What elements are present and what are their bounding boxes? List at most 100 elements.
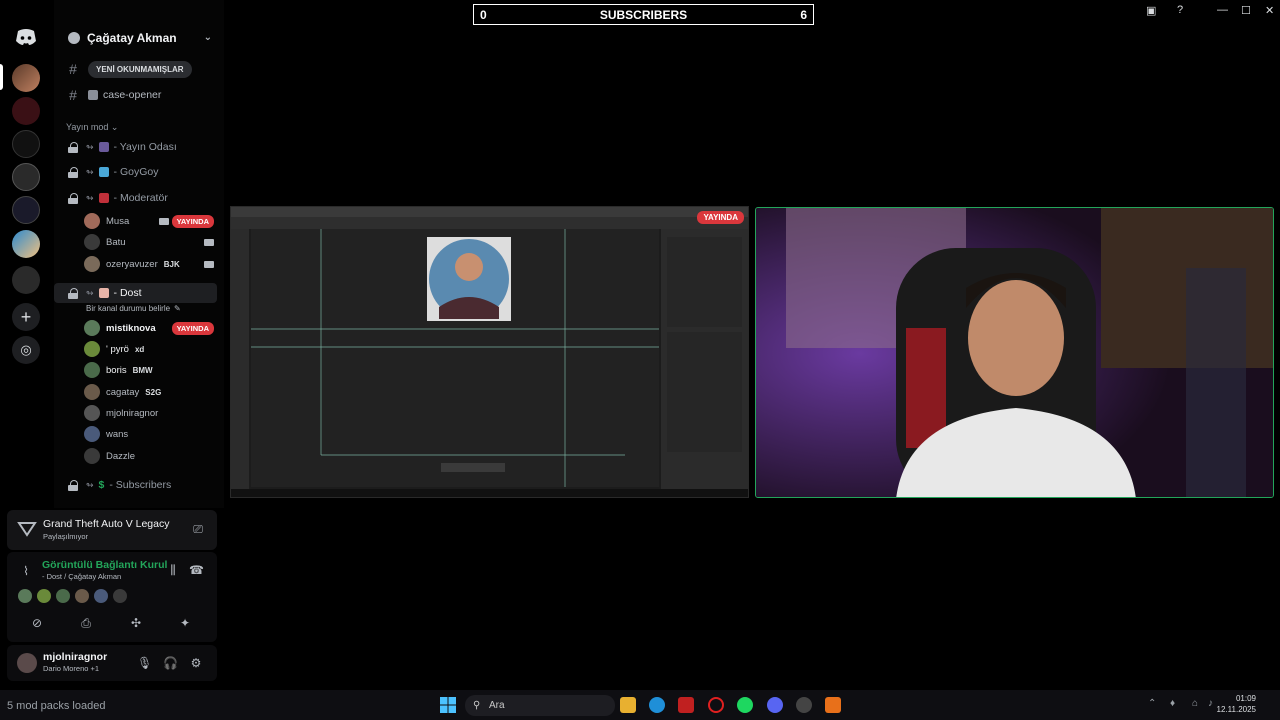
tray-chevron-icon[interactable]: ⌃ bbox=[1148, 698, 1156, 709]
emoji-icon bbox=[98, 142, 109, 152]
mic-tray-icon[interactable]: ♦ bbox=[1170, 698, 1175, 709]
voice-channel[interactable]: ↬ - Moderatör bbox=[54, 188, 168, 208]
voice-channel[interactable]: ↬ $ - Subscribers bbox=[54, 475, 171, 495]
headphones-icon[interactable]: 🎧 bbox=[163, 656, 178, 670]
voice-channel[interactable]: ↬ - Yayın Odası bbox=[54, 137, 177, 157]
emoji-icon bbox=[98, 288, 109, 298]
inbox-icon[interactable]: ▣ bbox=[1146, 4, 1156, 17]
user-name[interactable]: mjolniragnor bbox=[43, 651, 107, 663]
channel-unread[interactable]: # YENİ OKUNMAMIŞLAR bbox=[54, 59, 192, 79]
steam-icon[interactable] bbox=[796, 697, 812, 713]
avatar bbox=[84, 405, 100, 421]
user-name: mjolniragnor bbox=[106, 407, 159, 419]
voice-user[interactable]: Musa YAYINDA bbox=[84, 211, 214, 231]
server-icon[interactable] bbox=[12, 97, 40, 125]
discord-logo[interactable] bbox=[15, 28, 37, 46]
search-placeholder: Ara bbox=[489, 700, 505, 711]
lock-icon bbox=[68, 166, 78, 178]
signal-icon[interactable]: ⌇ bbox=[19, 564, 33, 578]
voice-icon: ↬ bbox=[86, 141, 94, 152]
channel-label: case-opener bbox=[103, 89, 162, 101]
activity-panel[interactable]: Grand Theft Auto V Legacy Paylaşılmıyor … bbox=[7, 510, 217, 550]
server-header[interactable]: Çağatay Akman ⌄ bbox=[54, 24, 224, 52]
avatar bbox=[84, 256, 100, 272]
close-button[interactable]: ✕ bbox=[1265, 4, 1274, 17]
participant-avatar[interactable] bbox=[94, 589, 108, 603]
server-folder[interactable] bbox=[12, 266, 40, 294]
discord-window: + ◎ Çağatay Akman ⌄ # YENİ OKUNMAMIŞLAR … bbox=[0, 0, 1280, 720]
camera-icon bbox=[204, 238, 214, 246]
help-icon[interactable]: ? bbox=[1177, 4, 1183, 16]
discord-taskbar-icon[interactable] bbox=[767, 697, 783, 713]
voice-path[interactable]: - Dost / Çağatay Akman bbox=[42, 572, 121, 581]
server-name: Çağatay Akman bbox=[87, 31, 177, 45]
maximize-button[interactable]: ☐ bbox=[1241, 4, 1251, 17]
app-icon[interactable] bbox=[825, 697, 841, 713]
opera-icon[interactable] bbox=[708, 697, 724, 713]
emoji-icon bbox=[98, 193, 109, 203]
share-screen-icon[interactable]: ⎚ bbox=[191, 522, 205, 536]
participant-avatar[interactable] bbox=[75, 589, 89, 603]
unread-pill[interactable]: YENİ OKUNMAMIŞLAR bbox=[88, 60, 192, 78]
server-icon[interactable] bbox=[12, 64, 40, 92]
participant-avatar[interactable] bbox=[113, 589, 127, 603]
avatar[interactable] bbox=[17, 653, 37, 673]
user-panel: mjolniragnor Dario Moreno +1 🎙 🎧 ⚙ bbox=[7, 645, 217, 681]
edge-icon[interactable] bbox=[649, 697, 665, 713]
folder-icon[interactable] bbox=[620, 697, 636, 713]
user-name: boris bbox=[106, 364, 127, 376]
voice-user[interactable]: mistiknova YAYINDA bbox=[84, 318, 214, 338]
camera-off-icon[interactable]: ⊘ bbox=[30, 616, 44, 630]
voice-channel[interactable]: ↬ - GoyGoy bbox=[54, 162, 158, 182]
activity-icon[interactable]: ✣ bbox=[129, 616, 143, 630]
voice-user[interactable]: wans bbox=[84, 424, 214, 444]
lock-icon bbox=[68, 287, 78, 299]
stream-tile-webcam[interactable] bbox=[755, 207, 1274, 498]
add-server-plus-icon[interactable]: + bbox=[12, 303, 40, 331]
server-gear-icon bbox=[68, 32, 80, 44]
user-tag: xd bbox=[134, 344, 145, 354]
channel-status-text: Bir kanal durumu belirle bbox=[86, 303, 171, 313]
noise-icon[interactable]: ⫼ bbox=[166, 563, 180, 577]
camera-icon bbox=[204, 260, 214, 268]
voice-user[interactable]: Dazzle bbox=[84, 446, 214, 466]
minimize-button[interactable]: — bbox=[1217, 4, 1228, 16]
channel-status-field[interactable]: Bir kanal durumu belirle ✎ bbox=[86, 300, 181, 316]
server-icon[interactable] bbox=[12, 163, 40, 191]
voice-user[interactable]: ' pyrö xd bbox=[84, 339, 214, 359]
participant-avatar[interactable] bbox=[18, 589, 32, 603]
participant-avatar[interactable] bbox=[37, 589, 51, 603]
voice-icon: ↬ bbox=[86, 192, 94, 203]
voice-user[interactable]: Batu bbox=[84, 232, 214, 252]
spotify-icon[interactable] bbox=[737, 697, 753, 713]
windows-icon[interactable] bbox=[440, 697, 456, 713]
clock[interactable]: 01:09 12.11.2025 bbox=[1217, 693, 1256, 715]
soundboard-icon[interactable]: ✦ bbox=[178, 616, 192, 630]
screen-share-icon[interactable]: ⎙ bbox=[79, 616, 93, 630]
pencil-icon: ✎ bbox=[174, 303, 181, 313]
gear-icon[interactable]: ⚙ bbox=[189, 656, 203, 670]
voice-connection-panel: ⌇ Görüntülü Bağlantı Kurul - Dost / Çağa… bbox=[7, 552, 217, 642]
app-icon[interactable] bbox=[678, 697, 694, 713]
channel-case-opener[interactable]: # case-opener bbox=[54, 85, 161, 105]
discover-compass-icon[interactable]: ◎ bbox=[12, 336, 40, 364]
server-icon[interactable] bbox=[12, 230, 40, 258]
category-header[interactable]: Yayın mod ⌄ bbox=[66, 122, 118, 133]
volume-icon[interactable]: ♪ bbox=[1208, 698, 1213, 709]
hangup-icon[interactable]: ☎ bbox=[189, 563, 204, 577]
voice-user[interactable]: boris BMW bbox=[84, 360, 214, 380]
voice-user[interactable]: cagatay S2G bbox=[84, 382, 214, 402]
game-sub: Paylaşılmıyor bbox=[43, 532, 89, 541]
search-input[interactable]: ⚲ Ara bbox=[465, 695, 615, 716]
voice-user[interactable]: ozeryavuzer BJK bbox=[84, 254, 214, 274]
user-tag: S2G bbox=[145, 387, 162, 397]
mic-icon[interactable]: 🎙 bbox=[137, 656, 152, 670]
category-label: Yayın mod bbox=[66, 122, 109, 132]
stream-tile-screen[interactable]: YAYINDA bbox=[230, 206, 749, 498]
live-badge: YAYINDA bbox=[171, 321, 214, 335]
server-icon[interactable] bbox=[12, 196, 40, 224]
participant-avatar[interactable] bbox=[56, 589, 70, 603]
server-icon[interactable] bbox=[12, 130, 40, 158]
network-icon[interactable]: ⌂ bbox=[1192, 698, 1198, 709]
voice-user[interactable]: mjolniragnor bbox=[84, 403, 214, 423]
